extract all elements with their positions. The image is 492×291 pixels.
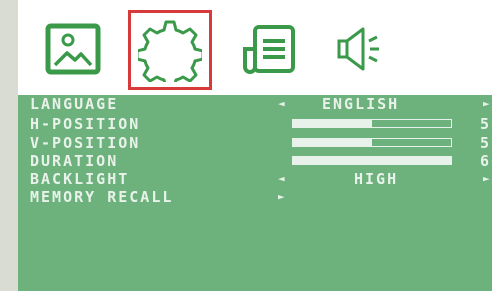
osd-menu: LANGUAGE ◄ ENGLISH ► H-POSITION 50 V-POS… (18, 95, 492, 291)
h-position-label: H-POSITION (30, 115, 141, 133)
v-position-fill (293, 139, 372, 146)
backlight-value: HIGH (354, 170, 399, 188)
backlight-left-arrow[interactable]: ◄ (278, 171, 287, 187)
speaker-icon (337, 27, 379, 71)
picture-icon (45, 23, 101, 75)
h-position-slider[interactable] (292, 119, 452, 128)
document-icon (243, 25, 295, 74)
menu-row-duration[interactable]: DURATION 60 (30, 153, 492, 169)
menu-row-v-position[interactable]: V-POSITION 50 (30, 135, 492, 151)
menu-row-backlight[interactable]: BACKLIGHT ◄ HIGH ► (30, 171, 492, 187)
duration-label: DURATION (30, 152, 119, 170)
menu-row-language[interactable]: LANGUAGE ◄ ENGLISH ► (30, 96, 492, 112)
language-label: LANGUAGE (30, 95, 119, 113)
memory-recall-arrow[interactable]: ► (278, 189, 287, 205)
backlight-right-arrow[interactable]: ► (483, 171, 492, 187)
tab-document[interactable] (230, 12, 308, 86)
h-position-value: 50 (480, 115, 492, 133)
v-position-value: 50 (480, 134, 492, 152)
language-value: ENGLISH (322, 95, 400, 113)
v-position-slider[interactable] (292, 138, 452, 147)
menu-row-memory-recall[interactable]: MEMORY RECALL ► (30, 189, 492, 205)
tab-settings[interactable] (128, 10, 212, 90)
duration-slider[interactable] (292, 156, 452, 165)
v-position-label: V-POSITION (30, 134, 141, 152)
language-left-arrow[interactable]: ◄ (278, 96, 287, 112)
osd-screen: LANGUAGE ◄ ENGLISH ► H-POSITION 50 V-POS… (18, 0, 492, 291)
backlight-label: BACKLIGHT (30, 170, 130, 188)
tab-picture[interactable] (34, 12, 112, 86)
tab-audio[interactable] (324, 12, 402, 86)
memory-recall-label: MEMORY RECALL (30, 188, 174, 206)
language-right-arrow[interactable]: ► (483, 96, 492, 112)
menu-row-h-position[interactable]: H-POSITION 50 (30, 116, 492, 132)
duration-value: 60 (480, 152, 492, 170)
gear-icon (138, 20, 202, 82)
osd-icon-bar (18, 0, 492, 95)
h-position-fill (293, 120, 372, 127)
duration-fill (293, 157, 451, 164)
